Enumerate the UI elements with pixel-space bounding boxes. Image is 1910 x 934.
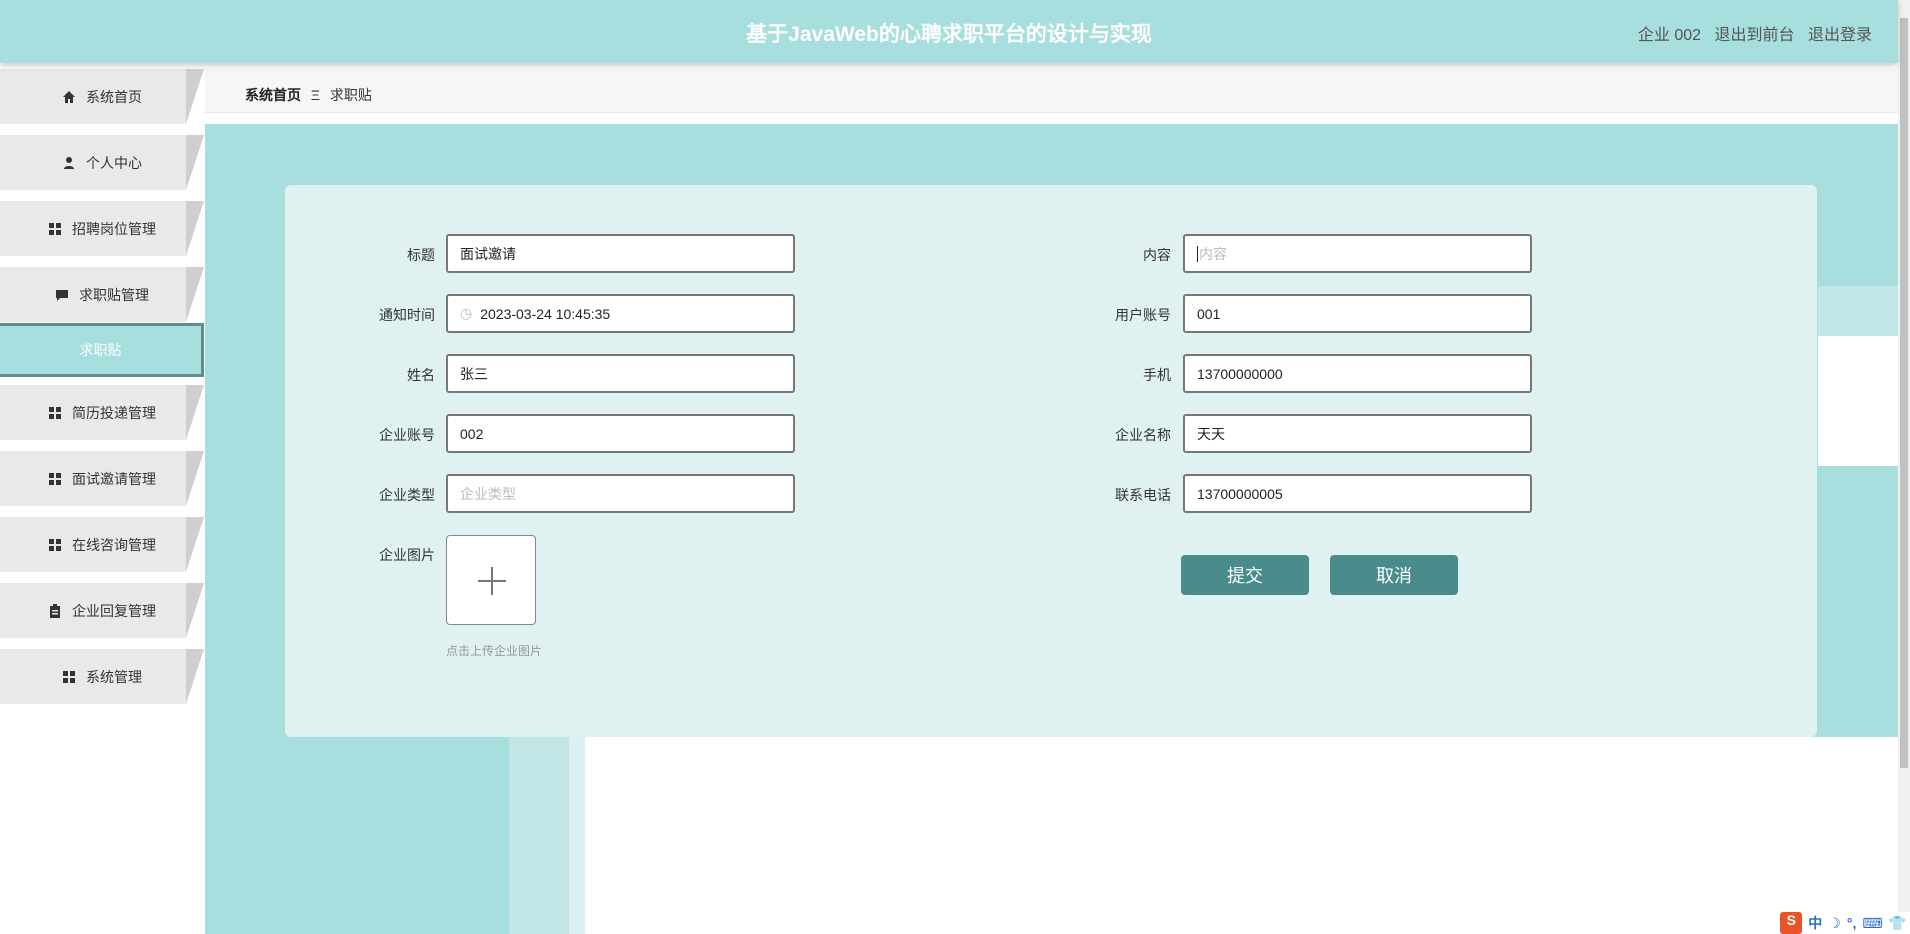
- decoration: [585, 737, 1898, 934]
- logout-link[interactable]: 退出登录: [1808, 27, 1872, 44]
- comment-icon: [56, 289, 68, 301]
- cancel-button[interactable]: 取消: [1330, 555, 1458, 595]
- sidebar-item-personal[interactable]: 个人中心: [0, 135, 204, 190]
- decoration: [1818, 286, 1898, 336]
- ime-toolbar[interactable]: S 中 ☽ °, ⌨ 👕: [1776, 912, 1910, 934]
- company-type-placeholder: 企业类型: [460, 485, 516, 502]
- user-bar: 企业 002 退出到前台 退出登录: [1629, 21, 1872, 45]
- grid-icon: [49, 472, 61, 485]
- sogou-logo-icon: S: [1780, 912, 1803, 934]
- notify-time-input[interactable]: ◷ 2023-03-24 10:45:35: [446, 294, 795, 333]
- grid-icon: [63, 670, 75, 683]
- sidebar-item-label: 简历投递管理: [72, 404, 156, 421]
- clipboard-icon: [50, 603, 60, 618]
- app-title: 基于JavaWeb的心聘求职平台的设计与实现: [746, 23, 1152, 46]
- scrollbar[interactable]: [1898, 0, 1910, 934]
- user-account-label: 用户账号: [1115, 307, 1171, 323]
- sidebar-item-system[interactable]: 系统管理: [0, 649, 204, 704]
- title-input[interactable]: 面试邀请: [446, 234, 795, 273]
- home-icon: [63, 90, 75, 103]
- post-form: 标题 面试邀请 内容 内容 通知时间 ◷ 2023-03-24 10:45:35 …: [285, 185, 1817, 737]
- content-placeholder: 内容: [1199, 245, 1227, 262]
- grid-icon: [49, 222, 61, 235]
- sidebar-item-posts[interactable]: 求职贴: [0, 323, 204, 377]
- user-account-input[interactable]: 001: [1183, 294, 1532, 333]
- sidebar-item-resumes[interactable]: 简历投递管理: [0, 385, 204, 440]
- title-label: 标题: [407, 247, 435, 263]
- sidebar-item-label: 在线咨询管理: [72, 536, 156, 553]
- breadcrumb-current: 求职贴: [329, 87, 372, 103]
- sidebar-item-label: 求职贴管理: [79, 286, 149, 303]
- user-icon: [64, 156, 74, 169]
- breadcrumb-home[interactable]: 系统首页: [245, 87, 301, 103]
- scrollbar-thumb[interactable]: [1900, 18, 1908, 768]
- sidebar-item-label: 招聘岗位管理: [72, 220, 156, 237]
- name-label: 姓名: [407, 367, 435, 383]
- sidebar-item-label: 系统首页: [86, 88, 142, 105]
- contact-phone-input[interactable]: 13700000005: [1183, 474, 1532, 513]
- punctuation-icon[interactable]: °,: [1847, 915, 1857, 931]
- grid-icon: [49, 406, 61, 419]
- company-type-input[interactable]: 企业类型: [446, 474, 795, 513]
- company-image-label: 企业图片: [379, 547, 435, 563]
- moon-icon[interactable]: ☽: [1828, 915, 1841, 932]
- keyboard-icon[interactable]: ⌨: [1862, 915, 1882, 932]
- sidebar-item-label: 企业回复管理: [72, 602, 156, 619]
- name-input[interactable]: 张三: [446, 354, 795, 393]
- contact-phone-label: 联系电话: [1115, 487, 1171, 503]
- sidebar-item-label: 面试邀请管理: [72, 470, 156, 487]
- company-name-input[interactable]: 天天: [1183, 414, 1532, 453]
- company-type-label: 企业类型: [379, 487, 435, 503]
- company-account-label: 企业账号: [379, 427, 435, 443]
- phone-label: 手机: [1143, 367, 1171, 383]
- sidebar-item-label: 求职贴: [79, 342, 122, 358]
- sidebar-item-home[interactable]: 系统首页: [0, 69, 204, 124]
- submit-button[interactable]: 提交: [1181, 555, 1309, 595]
- sidebar-item-interviews[interactable]: 面试邀请管理: [0, 451, 204, 506]
- company-account-input[interactable]: 002: [446, 414, 795, 453]
- content-label: 内容: [1143, 247, 1171, 263]
- breadcrumb: 系统首页 Ξ 求职贴: [205, 69, 1898, 113]
- sidebar-item-posts-manage[interactable]: 求职贴管理: [0, 267, 204, 322]
- image-upload-button[interactable]: [446, 535, 536, 625]
- back-to-front-link[interactable]: 退出到前台: [1715, 27, 1795, 44]
- sidebar-item-consult[interactable]: 在线咨询管理: [0, 517, 204, 572]
- clock-icon: ◷: [460, 305, 473, 321]
- decoration: [1818, 336, 1898, 466]
- sidebar-item-replies[interactable]: 企业回复管理: [0, 583, 204, 638]
- sidebar: 系统首页 个人中心 招聘岗位管理 求职贴管理 求职贴 简历投递管理 面试邀请管理…: [0, 63, 205, 934]
- content-input[interactable]: 内容: [1183, 234, 1532, 273]
- sidebar-item-label: 系统管理: [86, 668, 142, 685]
- upload-hint: 点击上传企业图片: [446, 644, 543, 658]
- phone-input[interactable]: 13700000000: [1183, 354, 1532, 393]
- notify-time-value: 2023-03-24 10:45:35: [480, 305, 611, 322]
- breadcrumb-separator: Ξ: [310, 87, 320, 103]
- company-name-label: 企业名称: [1115, 427, 1171, 443]
- notify-time-label: 通知时间: [379, 307, 435, 323]
- current-user: 企业 002: [1637, 27, 1702, 44]
- sidebar-item-jobs[interactable]: 招聘岗位管理: [0, 201, 204, 256]
- top-header: 基于JavaWeb的心聘求职平台的设计与实现 企业 002 退出到前台 退出登录: [0, 0, 1898, 63]
- sidebar-item-label: 个人中心: [86, 154, 142, 171]
- grid-icon: [49, 538, 61, 551]
- ime-language[interactable]: 中: [1808, 913, 1822, 933]
- shirt-icon[interactable]: 👕: [1889, 915, 1906, 932]
